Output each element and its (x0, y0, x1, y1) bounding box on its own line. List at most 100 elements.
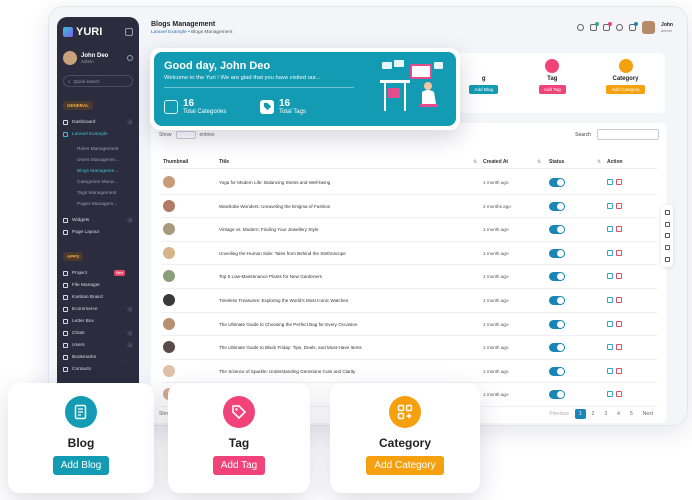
delete-icon[interactable] (616, 296, 622, 303)
submenu-item-roles[interactable]: Roles Management (63, 144, 133, 155)
page-2[interactable]: 2 (588, 409, 599, 419)
status-toggle[interactable] (549, 343, 565, 353)
thumbnail-image (163, 293, 175, 306)
pagination: Previous 1 2 3 4 5 Next (545, 409, 657, 419)
delete-icon[interactable] (616, 202, 622, 209)
user-avatar[interactable] (642, 21, 656, 34)
mail-icon (63, 318, 68, 324)
status-toggle[interactable] (549, 225, 565, 235)
sidebar-profile[interactable]: John Deo Admin (63, 51, 133, 65)
edit-icon[interactable] (607, 391, 613, 398)
stat-categories: 16 Total Categories (164, 98, 226, 115)
status-toggle[interactable] (549, 319, 565, 329)
delete-icon[interactable] (616, 249, 622, 256)
edit-icon[interactable] (607, 296, 613, 303)
gear-icon[interactable] (127, 55, 133, 61)
categories-icon (164, 99, 178, 114)
add-category-button[interactable]: Add Category (366, 456, 444, 475)
settings-icon[interactable] (616, 24, 624, 31)
status-toggle[interactable] (549, 295, 565, 305)
row-title: The Ultimate Guide to Choosing the Perfe… (219, 321, 358, 327)
sort-icon[interactable]: ⇅ (597, 159, 601, 165)
add-tag-button[interactable]: Add Tag (538, 85, 566, 94)
status-toggle[interactable] (549, 366, 565, 376)
sidebar-item-laravel-example[interactable]: Laravel Example (63, 128, 133, 140)
submenu-item-users[interactable]: Users Manageme... (63, 155, 133, 166)
column-status[interactable]: Status (549, 159, 564, 165)
add-blog-button[interactable]: Add Blog (469, 85, 499, 94)
sidebar-item-dashboard[interactable]: Dashboard + (63, 116, 133, 128)
edit-icon[interactable] (607, 179, 613, 185)
sidebar-item-bookmarks[interactable]: Bookmarks (63, 351, 133, 363)
page-1[interactable]: 1 (574, 409, 586, 419)
sidebar-item-ecommerce[interactable]: Ecommerce + (63, 303, 133, 315)
theme-icon[interactable] (577, 24, 585, 31)
delete-icon[interactable] (616, 344, 622, 351)
nav-general: Dashboard + Laravel Example (63, 116, 133, 140)
submenu-item-blogs[interactable]: Blogs Manageme... (63, 166, 133, 177)
sidebar-item-label: Ecommerce (72, 306, 98, 312)
entries-select[interactable] (175, 131, 196, 139)
user-menu[interactable]: John admin (661, 22, 673, 33)
page-3[interactable]: 3 (600, 409, 611, 419)
sidebar-item-contacts[interactable]: Contacts (63, 363, 133, 375)
gear-icon[interactable] (664, 256, 670, 262)
sort-icon[interactable]: ⇅ (473, 159, 477, 165)
status-toggle[interactable] (549, 201, 565, 211)
page-4[interactable]: 4 (613, 409, 624, 419)
submenu-item-categories[interactable]: Categories Mana... (63, 177, 133, 188)
pagination-previous[interactable]: Previous (545, 409, 572, 419)
sidebar-item-chats[interactable]: Chats + (63, 327, 133, 339)
page-5[interactable]: 5 (626, 409, 637, 419)
delete-icon[interactable] (616, 391, 622, 398)
notification-icon[interactable] (603, 22, 613, 31)
sidebar-item-users[interactable]: Users + (63, 339, 133, 351)
customizer-rail (661, 205, 673, 267)
layout-icon[interactable] (664, 210, 670, 216)
quick-search-input[interactable]: ⌕ Quick search (63, 75, 133, 87)
cart-dot (595, 22, 600, 26)
breadcrumb-root[interactable]: Laravel Example (151, 30, 187, 35)
column-thumbnail[interactable]: Thumbnail (163, 159, 188, 165)
delete-icon[interactable] (616, 320, 622, 327)
edit-icon[interactable] (607, 320, 613, 327)
edit-icon[interactable] (607, 344, 613, 351)
column-created-at[interactable]: Created At (483, 159, 508, 165)
sort-icon[interactable]: ⇅ (537, 159, 541, 165)
status-toggle[interactable] (549, 178, 565, 187)
column-title[interactable]: Title (219, 159, 229, 165)
delete-icon[interactable] (616, 273, 622, 280)
message-icon[interactable] (629, 22, 639, 31)
submenu-item-pages[interactable]: Pages Managem... (63, 199, 133, 210)
add-tag-button[interactable]: Add Tag (212, 456, 266, 475)
delete-icon[interactable] (616, 179, 622, 185)
delete-icon[interactable] (616, 367, 622, 374)
delete-icon[interactable] (616, 226, 622, 233)
edit-icon[interactable] (607, 226, 613, 233)
status-toggle[interactable] (549, 272, 565, 282)
color-icon[interactable] (664, 221, 670, 227)
cart-icon[interactable] (590, 22, 600, 31)
sidebar-item-kanban[interactable]: Kanban Board (63, 291, 133, 303)
edit-icon[interactable] (607, 273, 613, 280)
status-toggle[interactable] (549, 390, 565, 400)
add-category-button[interactable]: Add Category (606, 85, 645, 94)
sidebar-item-page-layout[interactable]: Page Layout (63, 226, 133, 238)
edit-icon[interactable] (607, 202, 613, 209)
pagination-next[interactable]: Next (639, 409, 657, 419)
row-created-at: 2 months ago (483, 203, 511, 209)
sliders-icon[interactable] (664, 245, 670, 251)
edit-icon[interactable] (607, 249, 613, 256)
grid-toggle-icon[interactable] (125, 28, 133, 36)
sidebar-item-widgets[interactable]: Widgets + (63, 214, 133, 226)
table-search-input[interactable] (597, 129, 659, 140)
sidebar-item-file-manager[interactable]: File Manager (63, 279, 133, 291)
submenu-item-tags[interactable]: Tags Management (63, 188, 133, 199)
settings-icon[interactable] (664, 233, 670, 239)
brand-logo[interactable]: YURI (63, 26, 102, 38)
sidebar-item-project[interactable]: Project New (63, 267, 133, 279)
sidebar-item-letter-box[interactable]: Letter Box (63, 315, 133, 327)
add-blog-button[interactable]: Add Blog (52, 456, 110, 475)
status-toggle[interactable] (549, 248, 565, 258)
edit-icon[interactable] (607, 367, 613, 374)
